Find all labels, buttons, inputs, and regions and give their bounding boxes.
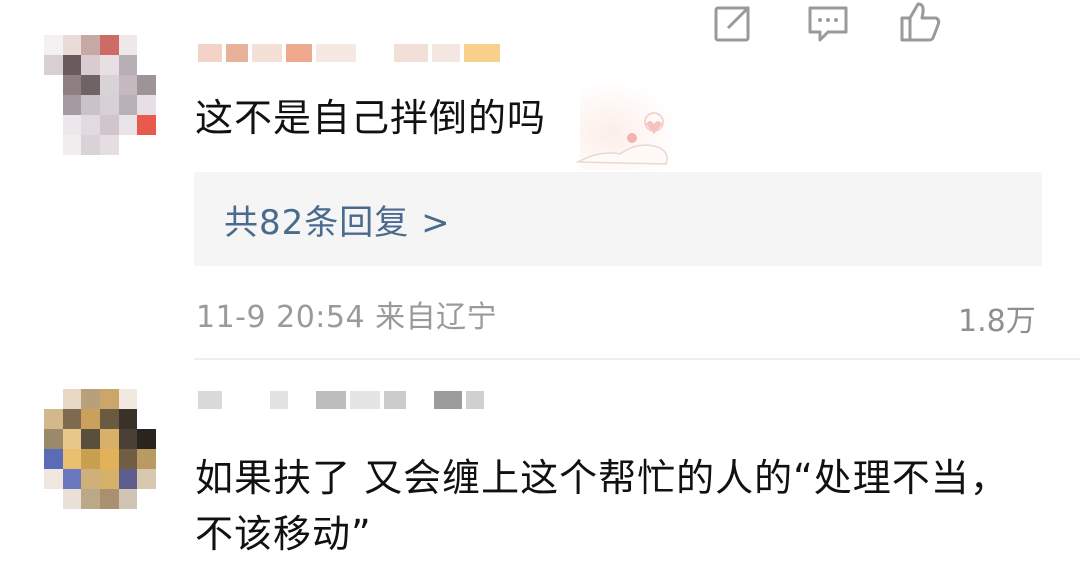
username[interactable] <box>198 36 500 70</box>
comment-text: 这不是自己拌倒的吗 <box>195 96 547 140</box>
replies-link[interactable]: 共82条回复 > <box>194 172 1042 266</box>
comment-item: 如果扶了 又会缠上这个帮忙的人的“处理不当，不该移动” <box>0 361 1080 576</box>
replies-label: 共82条回复 > <box>224 202 451 243</box>
avatar[interactable] <box>44 389 156 509</box>
divider <box>194 358 1080 360</box>
like-count: 1.8万 <box>958 304 1036 339</box>
comment-icon[interactable] <box>806 0 850 44</box>
username[interactable] <box>198 383 484 417</box>
comment-text: 如果扶了 又会缠上这个帮忙的人的“处理不当，不该移动” <box>195 456 1009 556</box>
comment-meta: 11-9 20:54 来自辽宁 <box>196 300 498 335</box>
share-icon[interactable] <box>712 0 756 44</box>
like-icon[interactable] <box>898 0 942 44</box>
comment-item: 这不是自己拌倒的吗 共82条回复 > 11-9 20:54 来自辽宁 1.8万 <box>0 0 1080 360</box>
avatar[interactable] <box>44 35 156 155</box>
